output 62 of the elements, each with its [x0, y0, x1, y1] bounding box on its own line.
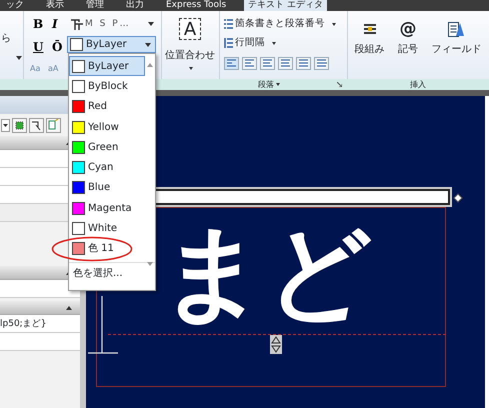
- dropdown-arrow-icon[interactable]: [272, 42, 276, 45]
- justify-button[interactable]: 位置合わせ: [165, 48, 215, 63]
- align-icon[interactable]: [314, 57, 329, 70]
- ruler-handle-icon[interactable]: [453, 193, 463, 203]
- align-icon[interactable]: [242, 57, 257, 70]
- dialog-launcher-icon[interactable]: [337, 82, 342, 87]
- insert-button[interactable]: フィールド: [431, 42, 482, 57]
- font-name-field[interactable]: M S P…: [85, 18, 131, 32]
- color-item[interactable]: ByLayer: [69, 56, 145, 76]
- resize-handle-icon[interactable]: [270, 335, 282, 354]
- columns-icon: [362, 22, 377, 36]
- dropdown-arrow-icon[interactable]: [189, 67, 193, 70]
- menu-tab[interactable]: テキスト エディタ: [244, 0, 328, 11]
- text-frame-icon: A: [179, 18, 201, 40]
- menu-tab[interactable]: 管理: [82, 0, 108, 11]
- align-icon[interactable]: [278, 57, 293, 70]
- symbol-icon: @: [399, 19, 416, 39]
- italic-button[interactable]: I: [48, 16, 62, 32]
- color-item[interactable]: White: [69, 218, 145, 239]
- color-item[interactable]: 色 11: [69, 238, 145, 259]
- dropdown-arrow-icon[interactable]: [332, 23, 336, 26]
- bullets-button[interactable]: 箇条書きと段落番号: [235, 17, 325, 32]
- property-value: lp50;まど}: [0, 315, 80, 333]
- field-icon: [447, 20, 466, 38]
- color-item[interactable]: ByBlock: [69, 76, 145, 97]
- quick-select-icon[interactable]: [46, 118, 61, 132]
- ribbon-label: ら: [1, 32, 11, 46]
- group-label: 挿入: [410, 80, 426, 89]
- color-combo[interactable]: ByLayer: [67, 36, 156, 53]
- align-icon[interactable]: [260, 57, 275, 70]
- line-spacing-icon: [224, 38, 233, 48]
- color-item[interactable]: Red: [69, 96, 145, 117]
- color-item[interactable]: Cyan: [69, 157, 145, 178]
- line-spacing-button[interactable]: 行間隔: [235, 36, 265, 50]
- color-item[interactable]: Magenta: [69, 198, 145, 218]
- align-icon[interactable]: [296, 57, 311, 70]
- color-item[interactable]: Blue: [69, 178, 145, 198]
- scroll-down-icon[interactable]: [147, 262, 153, 266]
- color-item[interactable]: Green: [69, 137, 145, 158]
- align-icon[interactable]: [224, 57, 239, 70]
- dropdown-arrow-icon[interactable]: [148, 22, 154, 26]
- insert-button[interactable]: 記号: [398, 42, 418, 57]
- color-item[interactable]: Yellow: [69, 116, 145, 138]
- dropdown-arrow-icon[interactable]: [16, 56, 22, 60]
- menu-tab[interactable]: ック: [2, 0, 28, 11]
- select-color-item[interactable]: 色を選択...: [73, 268, 123, 279]
- overline-button[interactable]: Ō: [48, 39, 66, 55]
- menu-tab[interactable]: Express Tools: [162, 0, 230, 11]
- group-label[interactable]: 段落: [258, 79, 274, 90]
- select-objects-icon[interactable]: [12, 118, 27, 132]
- collapse-arrow-icon[interactable]: [66, 306, 72, 310]
- insert-button[interactable]: 段組み: [354, 42, 385, 57]
- pick-icon[interactable]: [29, 118, 44, 132]
- bold-button[interactable]: B: [29, 16, 48, 32]
- canvas-text: まど: [160, 214, 372, 330]
- crosshair-cursor-icon: [88, 296, 118, 356]
- scroll-up-icon[interactable]: [147, 63, 153, 67]
- list-icon: [224, 19, 233, 29]
- underline-button[interactable]: U: [29, 39, 48, 55]
- dropdown-arrow-icon[interactable]: [276, 83, 280, 86]
- dropdown-arrow-icon[interactable]: [145, 42, 151, 46]
- font-icon: [71, 19, 83, 30]
